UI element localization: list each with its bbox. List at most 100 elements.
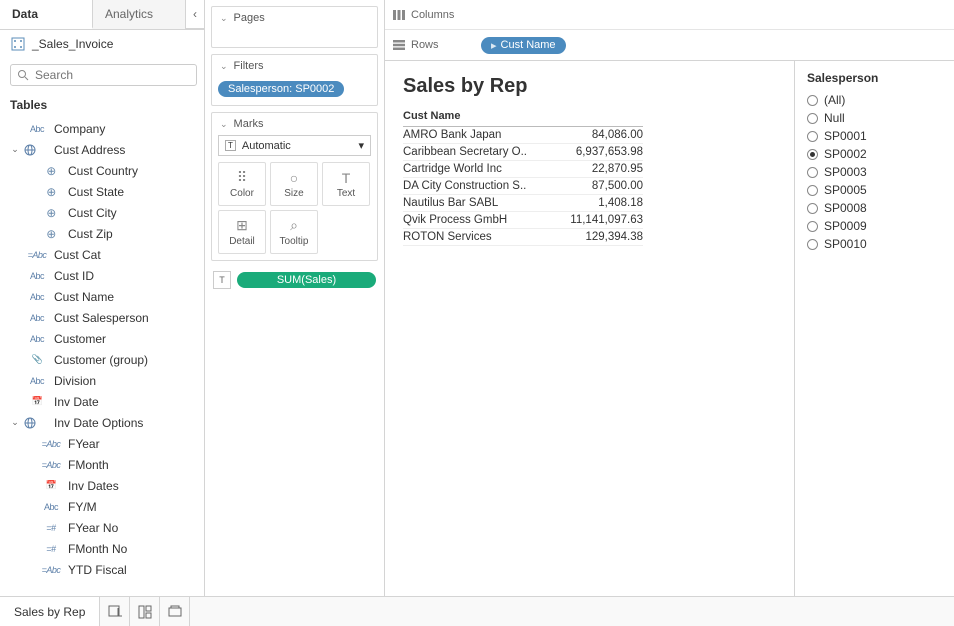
cell-custname: ROTON Services (403, 231, 492, 243)
field-cust-country[interactable]: ⊕Cust Country (6, 160, 204, 181)
viz-table: Cust Name AMRO Bank Japan84,086.00Caribb… (403, 108, 643, 246)
field-division[interactable]: AbcDivision (6, 370, 204, 391)
datasource-row[interactable]: _Sales_Invoice (0, 30, 204, 58)
tab-data[interactable]: Data (0, 0, 93, 29)
field-label: Division (54, 374, 200, 388)
filter-card-salesperson: Salesperson (All)NullSP0001SP0002SP0003S… (794, 61, 954, 596)
field-label: FMonth (68, 458, 200, 472)
filter-option-sp0001[interactable]: SP0001 (807, 127, 942, 145)
filter-option-label: SP0009 (824, 219, 867, 233)
sheet-tab-active[interactable]: Sales by Rep (0, 597, 100, 626)
filters-shelf[interactable]: ⌄Filters Salesperson: SP0002 (211, 54, 378, 106)
pages-shelf[interactable]: ⌄Pages (211, 6, 378, 48)
sheet-title[interactable]: Sales by Rep (403, 75, 776, 98)
field-cust-zip[interactable]: ⊕Cust Zip (6, 223, 204, 244)
tooltip-icon: ⌕ (290, 217, 298, 234)
filter-option-label: SP0008 (824, 201, 867, 215)
field-ytd-fiscal[interactable]: =AbcYTD Fiscal (6, 559, 204, 580)
field-fyear-no[interactable]: =#FYear No (6, 517, 204, 538)
mark-text-button[interactable]: TText (322, 162, 370, 206)
field-cust-salesperson[interactable]: AbcCust Salesperson (6, 307, 204, 328)
text-icon: Abc (24, 271, 50, 281)
field-cust-address[interactable]: ⌄Cust Address (6, 139, 204, 160)
field-fyear[interactable]: =AbcFYear (6, 433, 204, 454)
field-customer-group-[interactable]: 📎Customer (group) (6, 349, 204, 370)
cell-custname: Caribbean Secretary O.. (403, 146, 527, 158)
table-row[interactable]: Nautilus Bar SABL 1,408.18 (403, 195, 643, 212)
cell-value: 11,141,097.63 (570, 214, 643, 226)
field-label: Cust Zip (68, 227, 200, 241)
field-inv-date-options[interactable]: ⌄Inv Date Options (6, 412, 204, 433)
table-row[interactable]: Caribbean Secretary O..6,937,653.98 (403, 144, 643, 161)
marks-card: ⌄Marks TAutomatic ▾ ⠿Color○SizeTText⊞Det… (211, 112, 378, 261)
cell-value: 87,500.00 (592, 180, 643, 192)
field-cust-cat[interactable]: =AbcCust Cat (6, 244, 204, 265)
search-icon (17, 69, 29, 81)
filter-option-sp0010[interactable]: SP0010 (807, 235, 942, 253)
tab-analytics[interactable]: Analytics (93, 0, 186, 29)
radio-icon (807, 131, 818, 142)
caret-icon: ⌄ (10, 417, 20, 428)
filter-option-sp0005[interactable]: SP0005 (807, 181, 942, 199)
field-fmonth[interactable]: =AbcFMonth (6, 454, 204, 475)
filter-option-sp0003[interactable]: SP0003 (807, 163, 942, 181)
table-row[interactable]: AMRO Bank Japan84,086.00 (403, 127, 643, 144)
search-input[interactable] (35, 68, 190, 82)
mark-size-button[interactable]: ○Size (270, 162, 318, 206)
search-field[interactable] (10, 64, 197, 86)
field-cust-city[interactable]: ⊕Cust City (6, 202, 204, 223)
table-row[interactable]: DA City Construction S..87,500.00 (403, 178, 643, 195)
field-fy-m[interactable]: AbcFY/M (6, 496, 204, 517)
filter-option-sp0002[interactable]: SP0002 (807, 145, 942, 163)
field-company[interactable]: AbcCompany (6, 118, 204, 139)
filter-card-title[interactable]: Salesperson (807, 71, 942, 85)
filter-option-sp0008[interactable]: SP0008 (807, 199, 942, 217)
filter-option-all[interactable]: (All) (807, 91, 942, 109)
chevron-down-icon: ▾ (358, 139, 364, 152)
collapse-data-panel[interactable]: ‹ (186, 0, 204, 29)
text-icon: Abc (24, 124, 50, 134)
field-label: Cust Country (68, 164, 200, 178)
field-inv-date[interactable]: 📅Inv Date (6, 391, 204, 412)
datasource-icon (10, 36, 26, 52)
table-row[interactable]: Cartridge World Inc22,870.95 (403, 161, 643, 178)
chevron-down-icon: ⌄ (220, 13, 228, 24)
mark-color-button[interactable]: ⠿Color (218, 162, 266, 206)
cell-value: 1,408.18 (598, 197, 643, 209)
new-story-button[interactable] (160, 597, 190, 626)
mark-detail-button[interactable]: ⊞Detail (218, 210, 266, 254)
field-label: FYear No (68, 521, 200, 535)
rows-shelf[interactable]: Rows ▸Cust Name (385, 30, 954, 60)
paperclip-icon: 📎 (24, 354, 50, 365)
columns-shelf[interactable]: Columns (385, 0, 954, 30)
field-inv-dates[interactable]: 📅Inv Dates (6, 475, 204, 496)
globe-icon: ⊕ (38, 206, 64, 220)
rows-icon (393, 40, 405, 50)
field-label: YTD Fiscal (68, 563, 200, 577)
table-row[interactable]: ROTON Services 129,394.38 (403, 229, 643, 246)
marks-text-encoding[interactable]: T SUM(Sales) (211, 267, 378, 289)
sum-sales-pill[interactable]: SUM(Sales) (237, 272, 376, 288)
text-mark-icon: T (225, 140, 236, 151)
field-label: Cust Name (54, 290, 200, 304)
marks-type-dropdown[interactable]: TAutomatic ▾ (218, 135, 371, 156)
filter-option-sp0009[interactable]: SP0009 (807, 217, 942, 235)
cell-custname: Nautilus Bar SABL (403, 197, 498, 209)
table-row[interactable]: Qvik Process GmbH11,141,097.63 (403, 212, 643, 229)
cell-value: 129,394.38 (585, 231, 643, 243)
mark-tooltip-button[interactable]: ⌕Tooltip (270, 210, 318, 254)
calc-number-icon: =# (38, 544, 64, 554)
new-dashboard-button[interactable] (130, 597, 160, 626)
rows-pill-custname[interactable]: ▸Cust Name (481, 37, 566, 54)
filter-pill-salesperson[interactable]: Salesperson: SP0002 (218, 81, 344, 97)
field-customer[interactable]: AbcCustomer (6, 328, 204, 349)
field-cust-state[interactable]: ⊕Cust State (6, 181, 204, 202)
field-cust-id[interactable]: AbcCust ID (6, 265, 204, 286)
field-cust-name[interactable]: AbcCust Name (6, 286, 204, 307)
new-worksheet-button[interactable] (100, 597, 130, 626)
fields-tree[interactable]: AbcCompany⌄Cust Address⊕Cust Country⊕Cus… (0, 118, 204, 596)
table-header-custname[interactable]: Cust Name (403, 108, 643, 127)
field-fmonth-no[interactable]: =#FMonth No (6, 538, 204, 559)
columns-label: Columns (411, 9, 454, 21)
filter-option-null[interactable]: Null (807, 109, 942, 127)
